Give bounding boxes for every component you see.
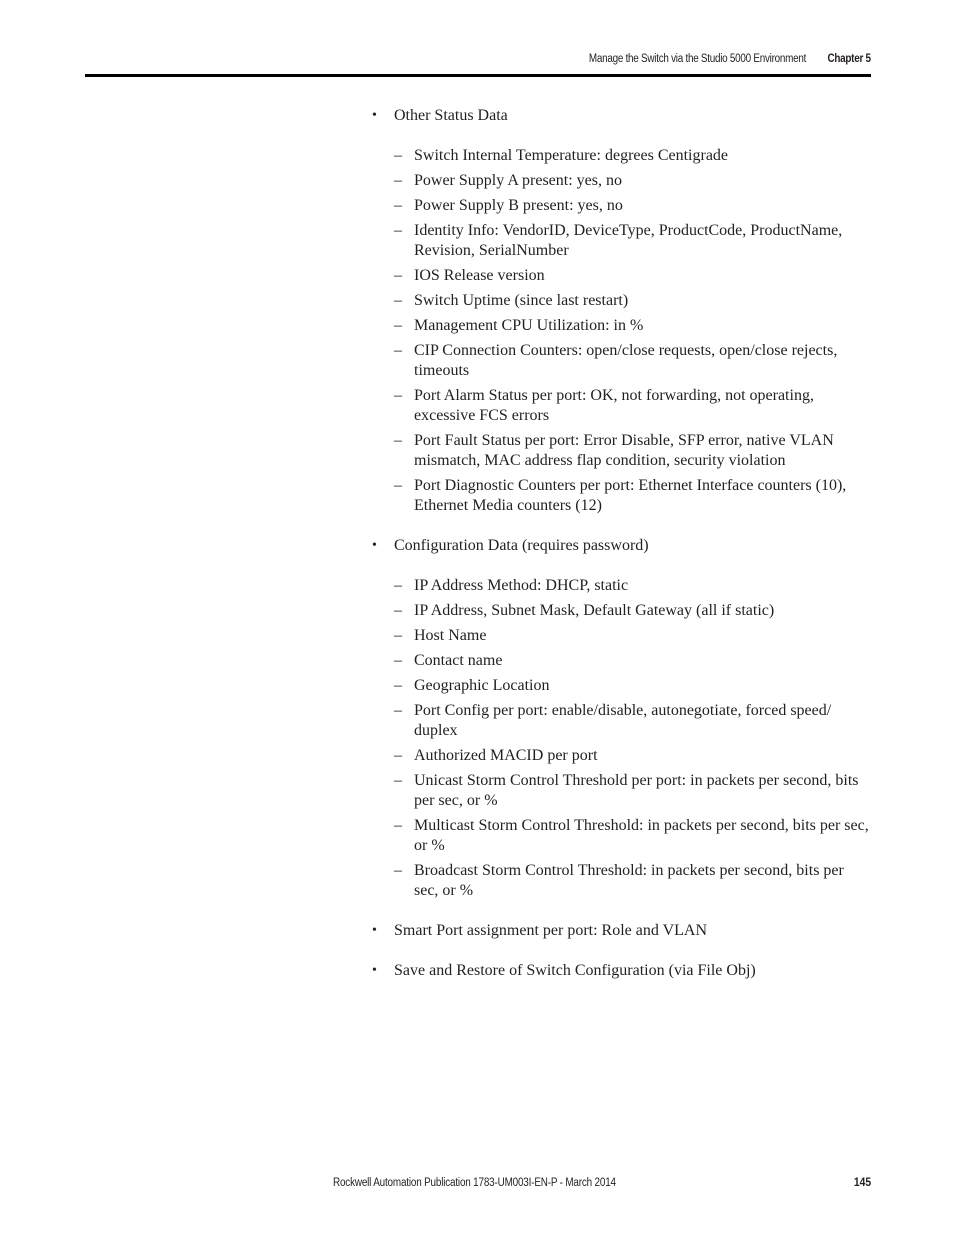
- sub-item: – Broadcast Storm Control Threshold: in p…: [372, 861, 872, 901]
- sub-list: – IP Address Method: DHCP, static – IP Add…: [372, 576, 872, 901]
- sub-item: – Contact name: [372, 651, 872, 671]
- sub-list: – Switch Internal Temperature: degrees Ce…: [372, 146, 872, 516]
- dash-icon: –: [394, 267, 402, 284]
- running-header: Manage the Switch via the Studio 5000 En…: [589, 53, 871, 65]
- bullet-item: • Other Status Data: [372, 106, 872, 126]
- dash-icon: –: [394, 772, 402, 789]
- sub-item-text: Authorized MACID per port: [414, 747, 598, 764]
- dash-icon: –: [394, 387, 402, 404]
- bullet-icon: •: [372, 538, 377, 553]
- dash-icon: –: [394, 432, 402, 449]
- sub-item: – Management CPU Utilization: in %: [372, 316, 872, 336]
- bullet-icon: •: [372, 963, 377, 978]
- sub-item: – Port Alarm Status per port: OK, not for…: [372, 386, 872, 426]
- sub-item-text: Port Fault Status per port: Error Disabl…: [414, 432, 834, 469]
- sub-item-text: CIP Connection Counters: open/close requ…: [414, 342, 838, 379]
- sub-item: – CIP Connection Counters: open/close req…: [372, 341, 872, 381]
- bullet-icon: •: [372, 923, 377, 938]
- sub-item: – Authorized MACID per port: [372, 746, 872, 766]
- sub-item: – Power Supply A present: yes, no: [372, 171, 872, 191]
- dash-icon: –: [394, 747, 402, 764]
- sub-item-text: Port Diagnostic Counters per port: Ether…: [414, 477, 847, 514]
- sub-item-text: Port Alarm Status per port: OK, not forw…: [414, 387, 814, 424]
- bullet-label: Smart Port assignment per port: Role and…: [394, 922, 707, 939]
- dash-icon: –: [394, 652, 402, 669]
- sub-item: – Host Name: [372, 626, 872, 646]
- sub-item-text: Management CPU Utilization: in %: [414, 317, 644, 334]
- sub-item-text: Switch Internal Temperature: degrees Cen…: [414, 147, 729, 164]
- dash-icon: –: [394, 317, 402, 334]
- sub-item: – Switch Uptime (since last restart): [372, 291, 872, 311]
- dash-icon: –: [394, 677, 402, 694]
- dash-icon: –: [394, 477, 402, 494]
- dash-icon: –: [394, 627, 402, 644]
- bullet-item: • Configuration Data (requires password): [372, 536, 872, 556]
- sub-item: – Identity Info: VendorID, DeviceType, Pr…: [372, 221, 872, 261]
- sub-item: – Power Supply B present: yes, no: [372, 196, 872, 216]
- sub-item: – Switch Internal Temperature: degrees Ce…: [372, 146, 872, 166]
- chapter-label: Chapter 5: [827, 53, 872, 65]
- dash-icon: –: [394, 577, 402, 594]
- bullet-label: Configuration Data (requires password): [394, 537, 649, 554]
- sub-item-text: Port Config per port: enable/disable, au…: [414, 702, 832, 739]
- sub-item: – IOS Release version: [372, 266, 872, 286]
- dash-icon: –: [394, 817, 402, 834]
- dash-icon: –: [394, 602, 402, 619]
- page-number: 145: [853, 1177, 871, 1189]
- sub-item-text: IP Address, Subnet Mask, Default Gateway…: [414, 602, 775, 619]
- sub-item-text: Identity Info: VendorID, DeviceType, Pro…: [414, 222, 843, 259]
- sub-item-text: Broadcast Storm Control Threshold: in pa…: [414, 862, 844, 899]
- content-body: • Other Status Data – Switch Internal Tem…: [372, 106, 872, 1001]
- sub-item: – IP Address Method: DHCP, static: [372, 576, 872, 596]
- dash-icon: –: [394, 147, 402, 164]
- sub-item: – Port Diagnostic Counters per port: Ethe…: [372, 476, 872, 516]
- sub-item: – Geographic Location: [372, 676, 872, 696]
- bullet-icon: •: [372, 108, 377, 123]
- publication-info: Rockwell Automation Publication 1783-UM0…: [333, 1177, 616, 1189]
- sub-item: – IP Address, Subnet Mask, Default Gatewa…: [372, 601, 872, 621]
- dash-icon: –: [394, 292, 402, 309]
- dash-icon: –: [394, 342, 402, 359]
- sub-item-text: IP Address Method: DHCP, static: [414, 577, 629, 594]
- sub-item-text: IOS Release version: [414, 267, 545, 284]
- page-footer: Rockwell Automation Publication 1783-UM0…: [333, 1177, 871, 1189]
- running-title: Manage the Switch via the Studio 5000 En…: [589, 53, 807, 65]
- sub-item: – Port Config per port: enable/disable, a…: [372, 701, 872, 741]
- dash-icon: –: [394, 172, 402, 189]
- sub-item-text: Contact name: [414, 652, 503, 669]
- sub-item-text: Unicast Storm Control Threshold per port…: [414, 772, 859, 809]
- sub-item-text: Multicast Storm Control Threshold: in pa…: [414, 817, 869, 854]
- sub-item-text: Host Name: [414, 627, 487, 644]
- sub-item: – Port Fault Status per port: Error Disab…: [372, 431, 872, 471]
- bullet-label: Save and Restore of Switch Configuration…: [394, 962, 756, 979]
- bullet-label: Other Status Data: [394, 107, 508, 124]
- bullet-item: • Smart Port assignment per port: Role a…: [372, 921, 872, 941]
- dash-icon: –: [394, 862, 402, 879]
- dash-icon: –: [394, 702, 402, 719]
- sub-item-text: Power Supply A present: yes, no: [414, 172, 622, 189]
- sub-item: – Unicast Storm Control Threshold per por…: [372, 771, 872, 811]
- sub-item: – Multicast Storm Control Threshold: in p…: [372, 816, 872, 856]
- sub-item-text: Power Supply B present: yes, no: [414, 197, 623, 214]
- dash-icon: –: [394, 222, 402, 239]
- header-rule: [85, 74, 871, 77]
- sub-item-text: Geographic Location: [414, 677, 550, 694]
- dash-icon: –: [394, 197, 402, 214]
- bullet-item: • Save and Restore of Switch Configurati…: [372, 961, 872, 981]
- sub-item-text: Switch Uptime (since last restart): [414, 292, 629, 309]
